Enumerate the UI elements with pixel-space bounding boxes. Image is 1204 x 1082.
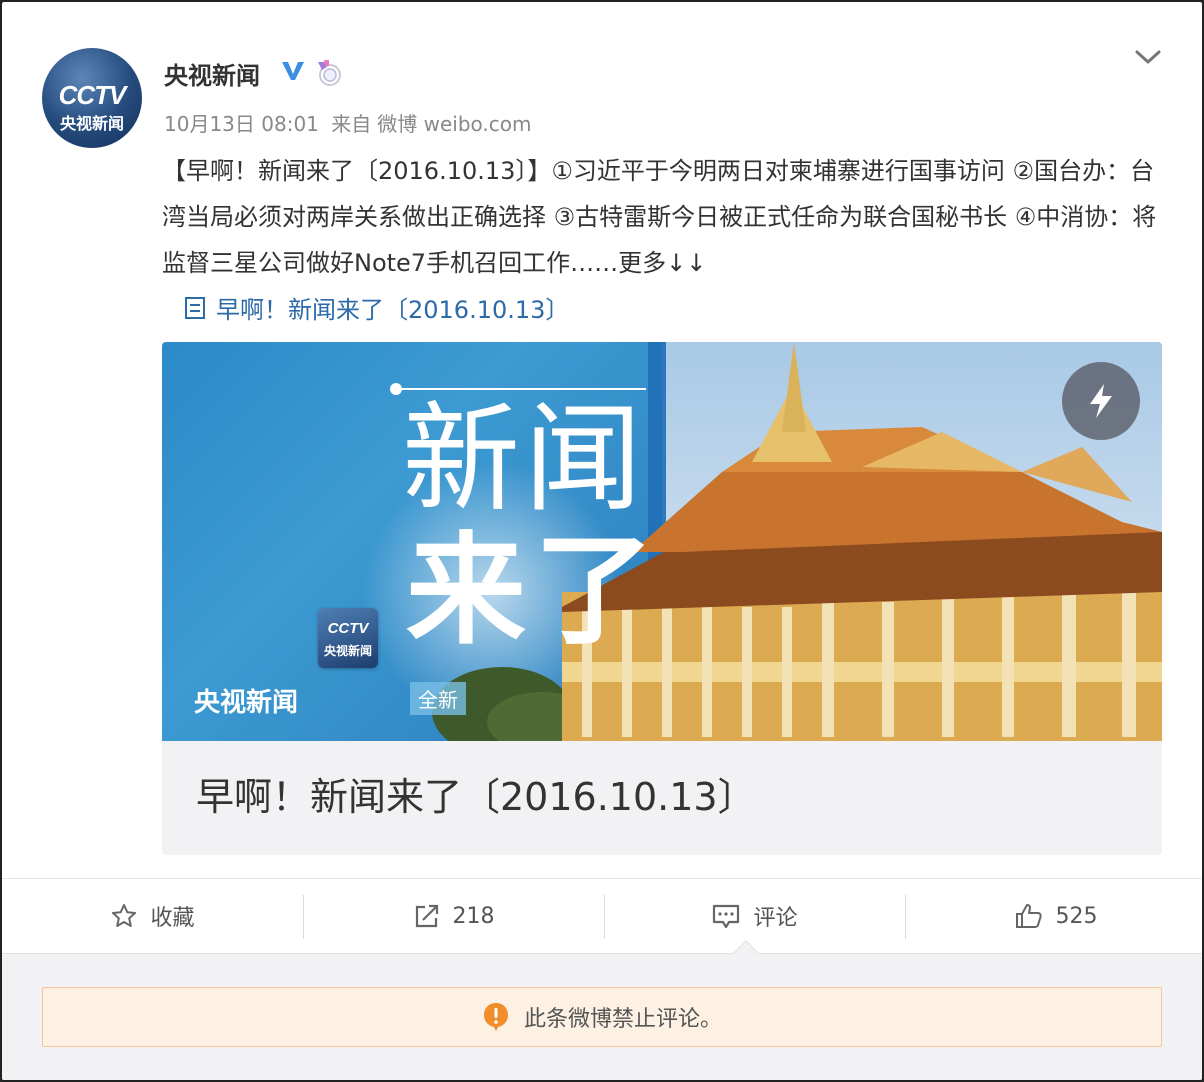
like-button[interactable]: 525 bbox=[905, 879, 1202, 953]
cover-subtitle: 全新 bbox=[410, 682, 466, 715]
document-icon bbox=[185, 296, 205, 319]
article-cover-image[interactable]: 新闻 来了 全新 CCTV 央视新闻 央视新闻 bbox=[162, 342, 1162, 741]
notice-text: 此条微博禁止评论。 bbox=[523, 1007, 722, 1032]
cover-logo-text: CCTV bbox=[327, 620, 369, 637]
favorite-button[interactable]: 收藏 bbox=[2, 879, 303, 953]
verified-icon[interactable] bbox=[280, 58, 306, 84]
repost-button[interactable]: 218 bbox=[303, 879, 604, 953]
post-text: 【早啊！新闻来了〔2016.10.13〕】①习近平于今明两日对柬埔寨进行国事访问… bbox=[162, 148, 1162, 286]
lightning-icon bbox=[1090, 384, 1112, 418]
username[interactable]: 央视新闻 bbox=[164, 56, 260, 91]
avatar-logo-subtext: 央视新闻 bbox=[59, 114, 124, 133]
article-link-label[interactable]: 早啊！新闻来了〔2016.10.13〕 bbox=[216, 290, 569, 325]
comment-label: 评论 bbox=[753, 906, 798, 931]
temple-illustration bbox=[432, 342, 1162, 741]
chevron-down-icon[interactable] bbox=[1132, 46, 1164, 68]
comments-disabled-notice: 此条微博禁止评论。 bbox=[42, 987, 1162, 1047]
cover-title-line1: 新闻 bbox=[402, 390, 647, 528]
post-meta: 10月13日 08:01 来自 微博 weibo.com bbox=[164, 108, 538, 137]
cover-dot bbox=[390, 383, 402, 395]
source-prefix: 来自 bbox=[331, 112, 372, 136]
repost-icon bbox=[415, 904, 438, 928]
more-link[interactable]: 更多↓↓ bbox=[618, 249, 706, 277]
flash-button[interactable] bbox=[1062, 362, 1140, 440]
post-time[interactable]: 10月13日 08:01 bbox=[164, 112, 319, 136]
cctv-logo: CCTV 央视新闻 bbox=[318, 608, 378, 668]
warning-icon bbox=[483, 1003, 508, 1031]
cover-title-line2: 来了 bbox=[406, 522, 662, 661]
favorite-label: 收藏 bbox=[150, 906, 195, 931]
avatar[interactable]: CCTV 央视新闻 bbox=[42, 48, 142, 148]
article-title[interactable]: 早啊！新闻来了〔2016.10.13〕 bbox=[196, 766, 756, 821]
weibo-post-card: CCTV 央视新闻 央视新闻 10月13日 08:01 来自 微博 weibo.c… bbox=[0, 0, 1204, 1082]
repost-count: 218 bbox=[452, 903, 495, 929]
action-bar: 收藏 218 评论 525 bbox=[2, 879, 1202, 953]
cover-logo-subtext: 央视新闻 bbox=[323, 644, 372, 658]
avatar-logo-text: CCTV bbox=[58, 80, 127, 110]
star-icon bbox=[112, 904, 137, 927]
comment-icon bbox=[713, 904, 740, 929]
post-source[interactable]: 微博 weibo.com bbox=[377, 112, 531, 136]
article-card[interactable]: 新闻 来了 全新 CCTV 央视新闻 央视新闻 早啊！新闻来了〔2016.10.… bbox=[162, 342, 1162, 855]
like-count: 525 bbox=[1055, 903, 1098, 929]
comment-button[interactable]: 评论 bbox=[604, 879, 905, 953]
medal-icon[interactable] bbox=[312, 58, 344, 88]
thumbs-up-icon bbox=[1015, 904, 1042, 928]
article-link[interactable]: 早啊！新闻来了〔2016.10.13〕 bbox=[184, 290, 569, 325]
cover-brand: 央视新闻 bbox=[194, 688, 299, 718]
